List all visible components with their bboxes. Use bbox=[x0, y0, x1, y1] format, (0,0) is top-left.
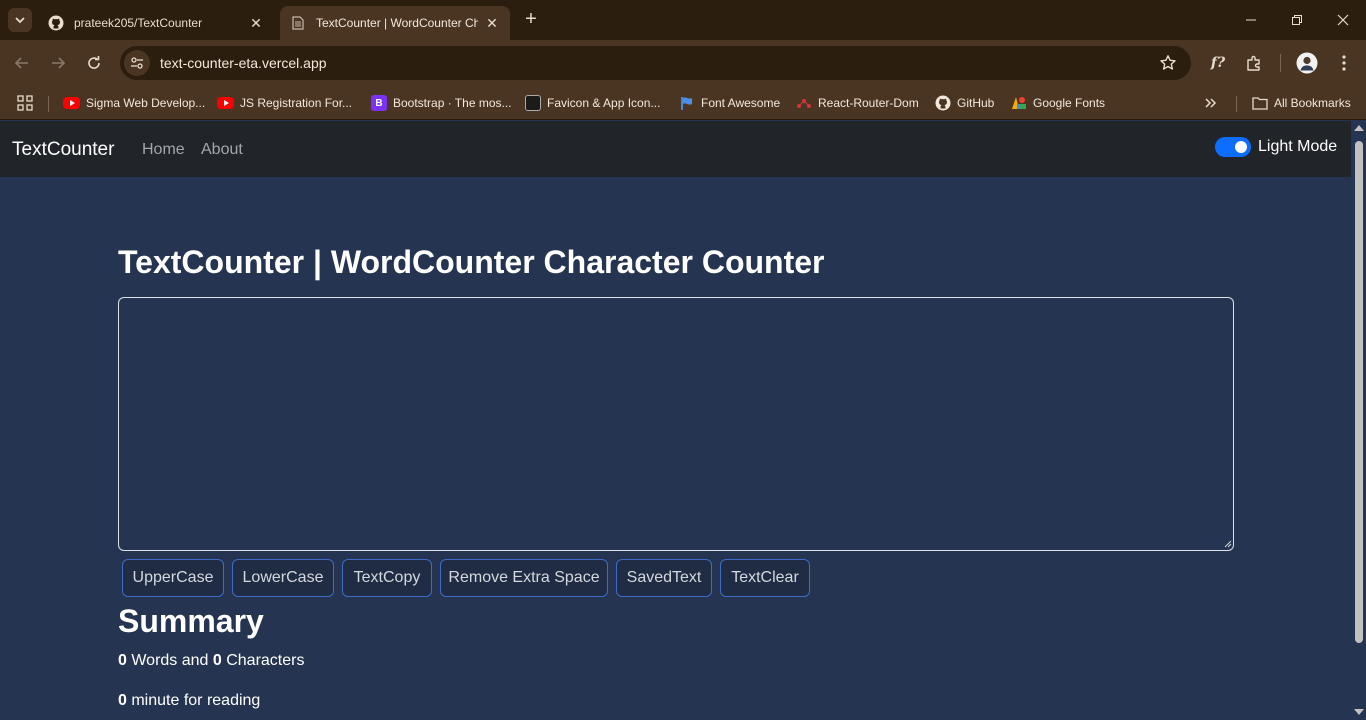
address-url: text-counter-eta.vercel.app bbox=[160, 55, 327, 71]
minimize-icon bbox=[1246, 19, 1256, 21]
nav-link-about[interactable]: About bbox=[201, 141, 243, 159]
back-button[interactable] bbox=[10, 51, 34, 75]
youtube-icon bbox=[217, 97, 234, 109]
summary-title: Summary bbox=[118, 603, 264, 639]
favicon-tools-icon bbox=[525, 95, 541, 111]
word-char-summary: 0 Words and 0 Characters bbox=[118, 652, 304, 670]
bookmark-favicon[interactable]: Favicon & App Icon... bbox=[525, 93, 660, 113]
scroll-up-arrow-icon[interactable] bbox=[1354, 125, 1364, 131]
saved-text-button[interactable]: SavedText bbox=[616, 559, 712, 597]
browser-toolbar: text-counter-eta.vercel.app f? bbox=[0, 40, 1366, 86]
mode-switch[interactable] bbox=[1215, 137, 1251, 157]
remove-extra-space-button[interactable]: Remove Extra Space bbox=[440, 559, 608, 597]
tab-github[interactable]: prateek205/TextCounter ✕ bbox=[38, 6, 274, 40]
page-title: TextCounter | WordCounter Character Coun… bbox=[118, 244, 825, 280]
page-icon bbox=[290, 15, 306, 31]
github-icon bbox=[48, 15, 64, 31]
bookmark-label: JS Registration For... bbox=[240, 96, 353, 110]
forward-button[interactable] bbox=[46, 51, 70, 75]
minimize-button[interactable] bbox=[1228, 0, 1274, 40]
resize-grip-icon[interactable] bbox=[1222, 538, 1232, 548]
arrow-right-icon bbox=[52, 57, 66, 69]
all-bookmarks-label: All Bookmarks bbox=[1274, 96, 1351, 110]
tab-title: prateek205/TextCounter bbox=[74, 16, 203, 30]
bootstrap-icon: B bbox=[371, 95, 387, 111]
tab-textcounter[interactable]: TextCounter | WordCounter Character Coun… bbox=[280, 6, 510, 40]
chevron-down-icon bbox=[15, 17, 25, 24]
scroll-down-arrow-icon[interactable] bbox=[1354, 709, 1364, 715]
characters-label: Characters bbox=[221, 652, 305, 669]
brand-logo[interactable]: TextCounter bbox=[12, 139, 114, 161]
react-router-icon bbox=[796, 95, 812, 111]
bookmark-sigma-web[interactable]: Sigma Web Develop... bbox=[63, 93, 205, 113]
scroll-thumb[interactable] bbox=[1355, 141, 1363, 643]
font-awesome-flag-icon bbox=[679, 95, 695, 111]
bookmarks-overflow-button[interactable] bbox=[1204, 93, 1218, 113]
text-copy-button[interactable]: TextCopy bbox=[342, 559, 432, 597]
lowercase-button[interactable]: LowerCase bbox=[232, 559, 334, 597]
bookmark-github[interactable]: GitHub bbox=[935, 93, 994, 113]
reload-button[interactable] bbox=[82, 51, 106, 75]
google-fonts-icon bbox=[1011, 95, 1027, 111]
more-menu-icon[interactable] bbox=[1333, 52, 1355, 74]
bookmark-label: Sigma Web Develop... bbox=[86, 96, 206, 110]
mode-label: Light Mode bbox=[1258, 138, 1338, 155]
toolbar-divider bbox=[1280, 54, 1281, 72]
apps-grid-icon[interactable] bbox=[17, 93, 33, 113]
close-icon[interactable]: ✕ bbox=[248, 15, 264, 32]
all-bookmarks-button[interactable]: All Bookmarks bbox=[1252, 93, 1351, 113]
text-clear-button[interactable]: TextClear bbox=[720, 559, 810, 597]
bookmark-label: Font Awesome bbox=[701, 96, 781, 110]
close-icon[interactable]: ✕ bbox=[484, 15, 500, 32]
read-minutes: 0 bbox=[118, 692, 127, 709]
tab-strip: prateek205/TextCounter ✕ TextCounter | W… bbox=[0, 0, 1366, 40]
formula-extension-icon[interactable]: f? bbox=[1207, 52, 1229, 74]
bookmark-label: Favicon & App Icon... bbox=[547, 96, 661, 110]
bookmark-label: Bootstrap · The mos... bbox=[393, 96, 512, 110]
bookmark-star-icon[interactable] bbox=[1159, 54, 1177, 77]
new-tab-button[interactable]: + bbox=[520, 9, 542, 31]
reading-label: minute for reading bbox=[126, 692, 261, 709]
reload-icon bbox=[88, 56, 100, 69]
words-and-label: Words and bbox=[126, 652, 213, 669]
bookmarks-bar: Sigma Web Develop... JS Registration For… bbox=[0, 86, 1366, 120]
bookmark-js-registration[interactable]: JS Registration For... bbox=[217, 93, 352, 113]
chevron-double-right-icon bbox=[1205, 98, 1217, 108]
tab-title: TextCounter | WordCounter Character Coun… bbox=[316, 16, 478, 30]
tab-search-button[interactable] bbox=[8, 8, 32, 32]
bookmark-label: GitHub bbox=[957, 96, 995, 110]
extensions-puzzle-icon[interactable] bbox=[1243, 52, 1265, 74]
bookmark-google-fonts[interactable]: Google Fonts bbox=[1011, 93, 1105, 113]
page-scrollbar[interactable] bbox=[1351, 121, 1366, 720]
youtube-icon bbox=[63, 97, 80, 109]
uppercase-button[interactable]: UpperCase bbox=[122, 559, 224, 597]
site-settings-icon[interactable] bbox=[124, 50, 150, 76]
folder-icon bbox=[1252, 95, 1268, 111]
bookmarks-divider bbox=[48, 96, 49, 112]
close-icon bbox=[1337, 14, 1349, 26]
app-navbar: TextCounter Home About Light Mode bbox=[0, 121, 1351, 177]
char-count: 0 bbox=[212, 652, 222, 669]
restore-button[interactable] bbox=[1274, 0, 1320, 40]
profile-avatar[interactable] bbox=[1296, 52, 1318, 74]
mode-toggle[interactable]: Light Mode bbox=[1215, 137, 1337, 157]
nav-link-home[interactable]: Home bbox=[142, 141, 185, 159]
bookmark-react-router[interactable]: React-Router-Dom bbox=[796, 93, 919, 113]
close-window-button[interactable] bbox=[1320, 0, 1366, 40]
restore-icon bbox=[1292, 15, 1302, 25]
github-icon bbox=[935, 95, 951, 111]
text-input-area[interactable] bbox=[118, 297, 1234, 551]
bookmark-label: Google Fonts bbox=[1033, 96, 1106, 110]
arrow-left-icon bbox=[14, 57, 28, 69]
word-count: 0 bbox=[118, 652, 127, 669]
bookmark-label: React-Router-Dom bbox=[818, 96, 919, 110]
bookmark-font-awesome[interactable]: Font Awesome bbox=[679, 93, 780, 113]
address-bar[interactable]: text-counter-eta.vercel.app bbox=[120, 46, 1191, 80]
bookmarks-divider bbox=[1236, 96, 1237, 112]
reading-time-summary: 0 minute for reading bbox=[118, 692, 260, 710]
bookmark-bootstrap[interactable]: B Bootstrap · The mos... bbox=[371, 93, 512, 113]
